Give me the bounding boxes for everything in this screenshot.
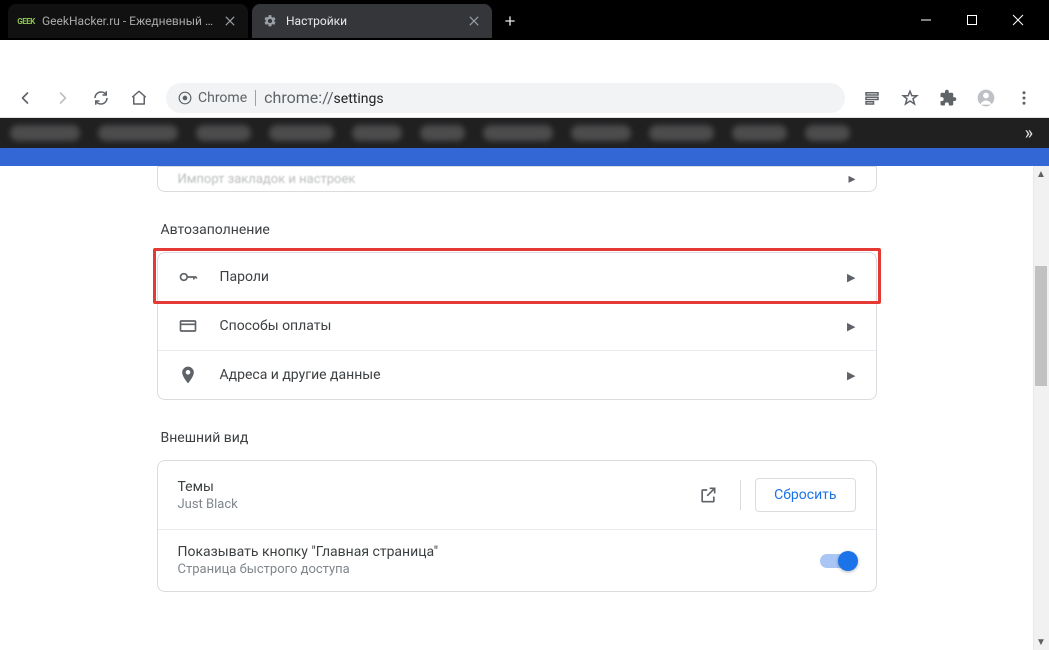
separator: [740, 480, 741, 510]
open-in-webstore-icon[interactable]: [690, 477, 726, 513]
bookmark-star-icon[interactable]: [893, 81, 927, 115]
scroll-up-icon[interactable]: ▲: [1033, 166, 1049, 182]
close-tab-icon[interactable]: [222, 13, 238, 29]
theme-row: Темы Just Black Сбросить: [158, 461, 876, 529]
forward-button[interactable]: [46, 81, 80, 115]
toggle-knob: [838, 551, 858, 571]
bookmarks-overflow-icon[interactable]: »: [1019, 123, 1039, 144]
omnibox-divider: [255, 90, 256, 106]
autofill-card: Пароли ▶ Способы оплаты ▶: [157, 252, 877, 400]
bookmark-item[interactable]: [269, 125, 334, 141]
secure-label: Chrome: [198, 90, 247, 106]
section-title-autofill: Автозаполнение: [161, 222, 877, 238]
chevron-right-icon: ▶: [847, 271, 855, 284]
content-area: Импорт закладок и настроек ▸ Автозаполне…: [0, 166, 1049, 650]
reading-list-icon[interactable]: [855, 81, 889, 115]
chevron-right-icon: ▶: [847, 369, 855, 382]
toggle-label: Показывать кнопку "Главная страница": [178, 544, 820, 560]
browser-toolbar: Chrome chrome://settings: [0, 78, 1049, 118]
chevron-right-icon: ▶: [847, 320, 855, 333]
bookmarks-bar: »: [0, 118, 1049, 148]
bookmark-item[interactable]: [483, 125, 553, 141]
chevron-right-icon: ▸: [848, 171, 855, 187]
tab-title: GeekHacker.ru - Ежедневный жу: [42, 14, 214, 28]
tab-title: Настройки: [286, 14, 458, 28]
reset-theme-button[interactable]: Сбросить: [755, 478, 855, 512]
bookmark-item[interactable]: [571, 125, 631, 141]
toggle-sublabel: Страница быстрого доступа: [178, 562, 820, 577]
address-bar[interactable]: Chrome chrome://settings: [166, 83, 845, 113]
scrollbar[interactable]: ▲ ▼: [1033, 166, 1049, 650]
close-tab-icon[interactable]: [466, 13, 482, 29]
home-button[interactable]: [122, 81, 156, 115]
section-title-appearance: Внешний вид: [161, 430, 877, 446]
theme-value: Just Black: [178, 497, 691, 512]
favicon-gear-icon: [262, 13, 278, 29]
profile-avatar[interactable]: [969, 81, 1003, 115]
scrollbar-thumb[interactable]: [1035, 266, 1047, 386]
theme-label: Темы: [178, 479, 691, 495]
reload-button[interactable]: [84, 81, 118, 115]
favicon-geek-icon: GEEK: [18, 13, 34, 29]
bookmark-item[interactable]: [732, 125, 787, 141]
bookmark-item[interactable]: [420, 125, 465, 141]
bookmark-item[interactable]: [196, 125, 251, 141]
appearance-card: Темы Just Black Сбросить Показывать кноп…: [157, 460, 877, 592]
bookmark-item[interactable]: [98, 125, 178, 141]
window-minimize-button[interactable]: [903, 4, 949, 36]
window-maximize-button[interactable]: [949, 4, 995, 36]
location-pin-icon: [178, 365, 198, 385]
payment-methods-row[interactable]: Способы оплаты ▶: [158, 301, 876, 350]
extensions-icon[interactable]: [931, 81, 965, 115]
tab-settings[interactable]: Настройки: [252, 4, 492, 38]
row-label: Адреса и другие данные: [220, 367, 848, 383]
chrome-menu-icon[interactable]: [1007, 81, 1041, 115]
import-bookmarks-row[interactable]: Импорт закладок и настроек ▸: [157, 166, 877, 192]
site-info-button[interactable]: Chrome: [178, 90, 247, 106]
scroll-down-icon[interactable]: ▼: [1033, 634, 1049, 650]
row-label: Пароли: [220, 269, 848, 285]
window-close-button[interactable]: [995, 4, 1041, 36]
new-tab-button[interactable]: [496, 7, 524, 35]
bookmark-item[interactable]: [10, 125, 80, 141]
url-text: chrome://settings: [264, 88, 383, 107]
row-label: Способы оплаты: [220, 318, 848, 334]
bookmark-item[interactable]: [805, 125, 850, 141]
tab-strip: GEEK GeekHacker.ru - Ежедневный жу Настр…: [0, 0, 899, 38]
show-home-button-row: Показывать кнопку "Главная страница" Стр…: [158, 529, 876, 591]
home-button-toggle[interactable]: [820, 554, 856, 568]
bookmark-item[interactable]: [352, 125, 402, 141]
credit-card-icon: [178, 316, 198, 336]
back-button[interactable]: [8, 81, 42, 115]
bookmark-item[interactable]: [649, 125, 714, 141]
addresses-row[interactable]: Адреса и другие данные ▶: [158, 350, 876, 399]
key-icon: [178, 267, 198, 287]
tab-geekhacker[interactable]: GEEK GeekHacker.ru - Ежедневный жу: [8, 4, 248, 38]
passwords-row[interactable]: Пароли ▶: [158, 253, 876, 301]
